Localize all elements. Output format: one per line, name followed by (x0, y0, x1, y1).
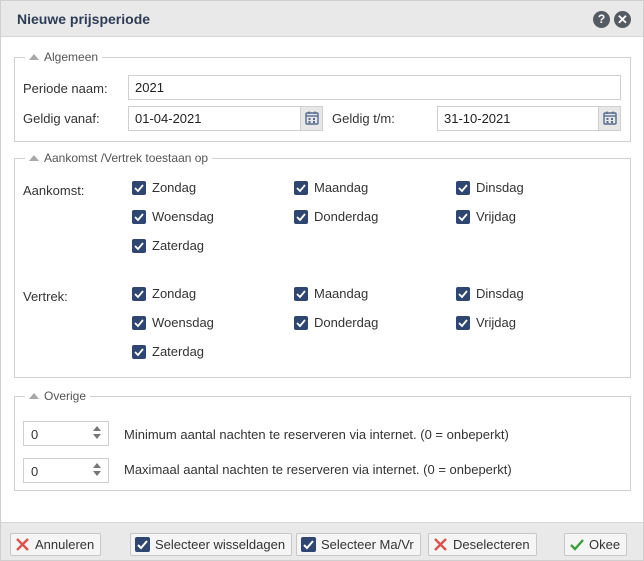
checkbox-checked-icon (132, 181, 146, 195)
checkbox-checked-icon (132, 239, 146, 253)
departure-checkbox-label: Woensdag (152, 315, 214, 330)
valid-from-value: 01-04-2021 (135, 111, 202, 126)
ok-button[interactable]: Okee (564, 533, 628, 556)
select-changeover-days-button[interactable]: Selecteer wisseldagen (130, 533, 293, 556)
deselect-button-label: Deselecteren (453, 537, 530, 552)
select-mon-fri-button[interactable]: Selecteer Ma/Vr (296, 533, 421, 556)
dialog-titlebar: Nieuwe prijsperiode ? ✕ (1, 1, 643, 37)
departure-checkbox-label: Donderdag (314, 315, 379, 330)
checkbox-checked-icon (456, 287, 470, 301)
period-name-input[interactable]: 2021 (128, 75, 621, 100)
period-name-label: Periode naam: (23, 81, 108, 96)
arrival-checkbox-label: Zaterdag (152, 238, 205, 253)
checkbox-checked-icon (294, 181, 308, 195)
checkbox-checked-icon (456, 316, 470, 330)
valid-from-label: Geldig vanaf: (23, 111, 100, 126)
checkbox-checked-icon (456, 210, 470, 224)
min-nights-label: Minimum aantal nachten te reserveren via… (124, 427, 509, 442)
arrival-checkbox-label: Woensdag (152, 209, 214, 224)
price-period-dialog: Nieuwe prijsperiode ? ✕ Algemeen Periode… (0, 0, 644, 561)
checkbox-checked-icon (294, 316, 308, 330)
cancel-button[interactable]: Annuleren (10, 533, 102, 556)
deselect-x-icon (434, 538, 447, 551)
dialog-title: Nieuwe prijsperiode (17, 11, 151, 27)
valid-to-calendar-button[interactable] (598, 107, 620, 130)
select-mon-fri-label: Selecteer Ma/Vr (321, 537, 414, 552)
general-legend-label: Algemeen (44, 50, 99, 64)
other-legend[interactable]: Overige (25, 389, 91, 403)
calendar-icon (603, 111, 617, 125)
checkbox-checked-icon (456, 181, 470, 195)
spinner-arrows-icon[interactable] (93, 463, 102, 476)
valid-to-date-field[interactable]: 31-10-2021 (437, 106, 621, 131)
checkbox-checked-icon (294, 287, 308, 301)
checkbox-checked-icon (301, 537, 316, 552)
departure-checkbox-label: Vrijdag (476, 315, 516, 330)
help-icon[interactable]: ? (593, 11, 610, 28)
checkbox-checked-icon (135, 537, 150, 552)
calendar-icon (305, 111, 319, 125)
departure-label: Vertrek: (23, 289, 68, 304)
checkbox-checked-icon (132, 210, 146, 224)
arrival-label: Aankomst: (23, 183, 85, 198)
valid-to-value: 31-10-2021 (444, 111, 511, 126)
arrival-checkbox-label: Vrijdag (476, 209, 516, 224)
max-nights-stepper[interactable]: 0 (23, 458, 109, 483)
valid-from-date-field[interactable]: 01-04-2021 (128, 106, 323, 131)
ok-button-label: Okee (589, 537, 621, 552)
deselect-button[interactable]: Deselecteren (428, 533, 537, 556)
departure-checkbox-label: Dinsdag (476, 286, 524, 301)
checkmark-icon (570, 539, 584, 551)
checkbox-checked-icon (132, 316, 146, 330)
spinner-arrows-icon[interactable] (93, 426, 102, 439)
other-legend-label: Overige (44, 389, 87, 403)
departure-checkbox-label: Maandag (314, 286, 369, 301)
arrival-checkbox-label: Donderdag (314, 209, 379, 224)
valid-from-calendar-button[interactable] (300, 107, 322, 130)
arrival-checkbox-label: Maandag (314, 180, 369, 195)
checkbox-checked-icon (294, 210, 308, 224)
arrival-departure-legend[interactable]: Aankomst /Vertrek toestaan op (25, 151, 213, 165)
collapse-triangle-icon (29, 54, 39, 60)
max-nights-value: 0 (31, 464, 39, 479)
arrival-checkbox-label: Dinsdag (476, 180, 524, 195)
max-nights-label: Maximaal aantal nachten te reserveren vi… (124, 462, 512, 477)
arrival-departure-legend-label: Aankomst /Vertrek toestaan op (44, 151, 209, 165)
departure-checkbox-label: Zondag (152, 286, 197, 301)
valid-to-label: Geldig t/m: (332, 111, 395, 126)
collapse-triangle-icon (29, 393, 39, 399)
checkbox-checked-icon (132, 287, 146, 301)
cancel-button-label: Annuleren (35, 537, 95, 552)
arrival-checkbox-label: Zondag (152, 180, 197, 195)
min-nights-stepper[interactable]: 0 (23, 421, 109, 446)
cancel-x-icon (16, 538, 29, 551)
close-icon[interactable]: ✕ (614, 11, 631, 28)
min-nights-value: 0 (31, 427, 39, 442)
general-legend[interactable]: Algemeen (25, 50, 103, 64)
collapse-triangle-icon (29, 155, 39, 161)
dialog-footer: Annuleren Selecteer wisseldagen Selectee… (1, 522, 643, 560)
select-changeover-days-label: Selecteer wisseldagen (155, 537, 286, 552)
departure-checkbox-label: Zaterdag (152, 344, 205, 359)
checkbox-checked-icon (132, 345, 146, 359)
